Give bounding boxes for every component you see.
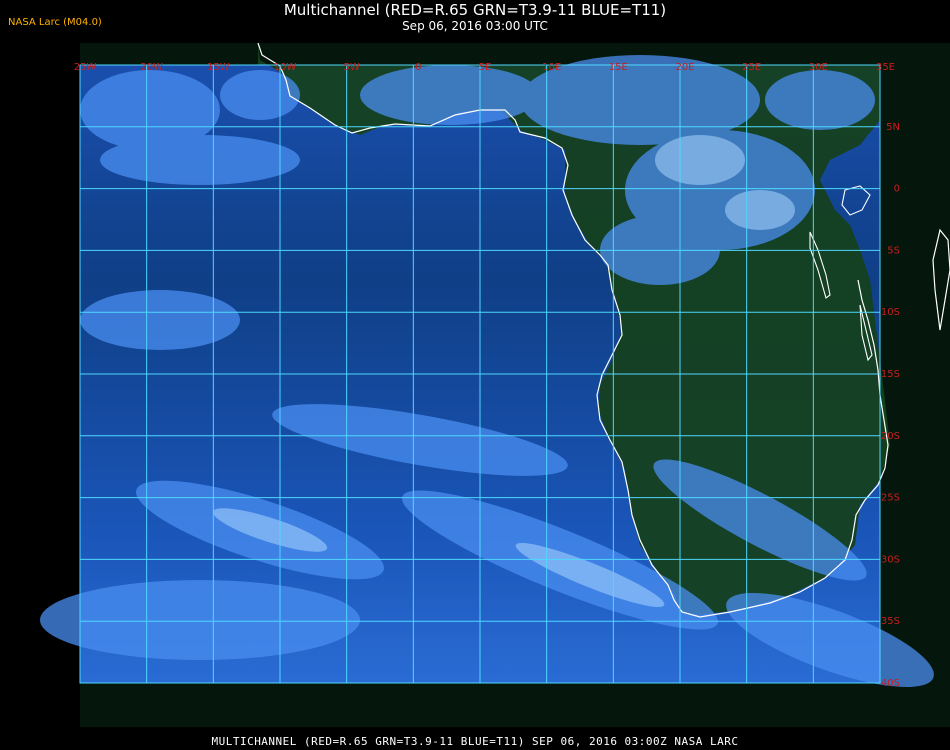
satellite-map: 25W 20W 15W 10W 5W 0 5E 10E 15E 20E 25E 30E 35E 5N 0 5S… bbox=[40, 42, 950, 727]
lat-label: 0 bbox=[894, 184, 900, 195]
lon-label: 10E bbox=[542, 62, 561, 73]
lon-label: 15W bbox=[207, 62, 230, 73]
lon-label: 25E bbox=[742, 62, 761, 73]
lat-label: 35S bbox=[881, 616, 900, 627]
lon-label: 0 bbox=[415, 62, 421, 73]
lat-label: 25S bbox=[881, 493, 900, 504]
lon-label: 25W bbox=[74, 62, 97, 73]
lat-label: 5N bbox=[886, 122, 900, 133]
lat-label: 30S bbox=[881, 554, 900, 565]
lat-label: 40S bbox=[881, 678, 900, 689]
footer-caption: MULTICHANNEL (RED=R.65 GRN=T3.9-11 BLUE=… bbox=[211, 735, 739, 748]
lon-label: 10W bbox=[274, 62, 297, 73]
lon-label: 5W bbox=[344, 62, 360, 73]
lon-label: 35E bbox=[876, 62, 895, 73]
lat-label: 5S bbox=[887, 245, 900, 256]
lon-label: 20W bbox=[140, 62, 163, 73]
lon-label: 15E bbox=[609, 62, 628, 73]
lat-label: 10S bbox=[881, 307, 900, 318]
lat-label: 20S bbox=[881, 431, 900, 442]
lat-label: 15S bbox=[881, 369, 900, 380]
lon-label: 20E bbox=[675, 62, 694, 73]
lon-label: 5E bbox=[479, 62, 492, 73]
lon-label: 30E bbox=[809, 62, 828, 73]
